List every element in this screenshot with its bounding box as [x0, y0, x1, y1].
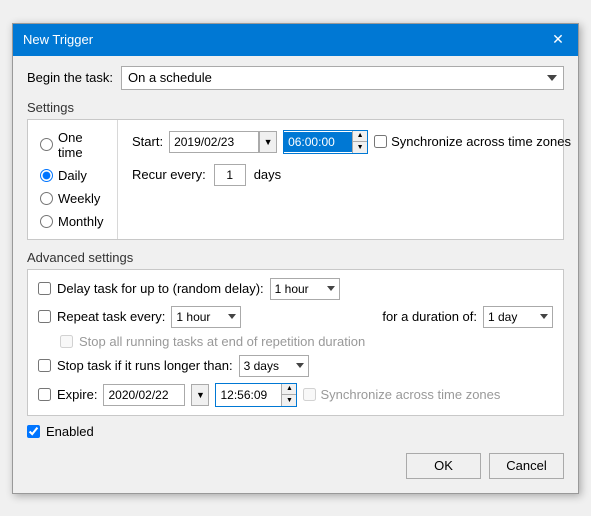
delay-select[interactable]: 1 hour [270, 278, 340, 300]
stop-longer-label: Stop task if it runs longer than: [57, 358, 233, 373]
sync-checkbox-label[interactable]: Synchronize across time zones [374, 134, 571, 149]
enabled-label: Enabled [46, 424, 94, 439]
radio-one-time-input[interactable] [40, 138, 53, 151]
time-up-button[interactable]: ▲ [353, 131, 367, 143]
cancel-button[interactable]: Cancel [489, 453, 564, 479]
dialog-body: Begin the task: On a schedule Settings O… [13, 56, 578, 493]
sync-checkbox[interactable] [374, 135, 387, 148]
radio-weekly-input[interactable] [40, 192, 53, 205]
dialog-window: New Trigger ✕ Begin the task: On a sched… [12, 23, 579, 494]
recur-input[interactable] [214, 164, 246, 186]
radio-monthly[interactable]: Monthly [40, 214, 105, 229]
time-spinner: ▲ ▼ [352, 131, 367, 153]
close-button[interactable]: ✕ [548, 30, 568, 50]
expire-label: Expire: [57, 387, 97, 402]
radio-weekly-label: Weekly [58, 191, 100, 206]
start-date-input[interactable] [169, 131, 259, 153]
delay-checkbox[interactable] [38, 282, 51, 295]
duration-select[interactable]: 1 day [483, 306, 553, 328]
start-label: Start: [132, 134, 163, 149]
enabled-checkbox[interactable] [27, 425, 40, 438]
radio-weekly[interactable]: Weekly [40, 191, 105, 206]
repeat-row: Repeat task every: 1 hour for a duration… [38, 306, 553, 328]
settings-section: One time Daily Weekly Monthly S [27, 119, 564, 240]
advanced-label: Advanced settings [27, 250, 564, 265]
recur-label: Recur every: [132, 167, 206, 182]
enabled-row: Enabled [27, 424, 564, 439]
radio-daily-input[interactable] [40, 169, 53, 182]
radio-monthly-input[interactable] [40, 215, 53, 228]
begin-task-row: Begin the task: On a schedule [27, 66, 564, 90]
expire-time-up-button[interactable]: ▲ [282, 384, 296, 396]
ok-button[interactable]: OK [406, 453, 481, 479]
stop-indent-row: Stop all running tasks at end of repetit… [60, 334, 553, 349]
expire-sync-checkbox [303, 388, 316, 401]
dialog-title: New Trigger [23, 32, 93, 47]
recur-unit: days [254, 167, 281, 182]
radio-one-time-label: One time [58, 130, 105, 160]
expire-time-input[interactable] [216, 385, 281, 405]
stop-tasks-label: Stop all running tasks at end of repetit… [79, 334, 365, 349]
expire-time-wrapper: ▲ ▼ [215, 383, 297, 407]
time-down-button[interactable]: ▼ [353, 142, 367, 153]
expire-checkbox[interactable] [38, 388, 51, 401]
date-picker-button[interactable]: ▼ [259, 131, 277, 153]
expire-sync-label: Synchronize across time zones [303, 387, 500, 402]
stop-longer-checkbox[interactable] [38, 359, 51, 372]
expire-time-spinner: ▲ ▼ [281, 384, 296, 406]
stop-tasks-checkbox [60, 335, 73, 348]
settings-label: Settings [27, 100, 564, 115]
recur-row: Recur every: days [132, 164, 571, 186]
expire-date-picker-button[interactable]: ▼ [191, 384, 209, 406]
radio-daily-label: Daily [58, 168, 87, 183]
radio-monthly-label: Monthly [58, 214, 104, 229]
button-row: OK Cancel [27, 447, 564, 483]
start-row: Start: ▼ ▲ ▼ Synchronize acr [132, 130, 571, 154]
right-panel: Start: ▼ ▲ ▼ Synchronize acr [118, 120, 585, 239]
expire-time-down-button[interactable]: ▼ [282, 395, 296, 406]
sync-label: Synchronize across time zones [391, 134, 571, 149]
title-bar: New Trigger ✕ [13, 24, 578, 56]
expire-sync-text: Synchronize across time zones [320, 387, 500, 402]
date-group: ▼ [169, 131, 277, 153]
radio-one-time[interactable]: One time [40, 130, 105, 160]
repeat-label: Repeat task every: [57, 309, 165, 324]
delay-label: Delay task for up to (random delay): [57, 281, 264, 296]
stop-longer-row: Stop task if it runs longer than: 3 days [38, 355, 553, 377]
begin-task-label: Begin the task: [27, 70, 113, 85]
start-time-input[interactable] [284, 132, 352, 152]
stop-longer-select[interactable]: 3 days [239, 355, 309, 377]
expire-date-input[interactable] [103, 384, 185, 406]
expire-row: Expire: ▼ ▲ ▼ Synchronize across time zo… [38, 383, 553, 407]
for-duration-label: for a duration of: [382, 309, 477, 324]
time-input-wrapper: ▲ ▼ [283, 130, 368, 154]
begin-task-select[interactable]: On a schedule [121, 66, 564, 90]
repeat-checkbox[interactable] [38, 310, 51, 323]
delay-row: Delay task for up to (random delay): 1 h… [38, 278, 553, 300]
radio-column: One time Daily Weekly Monthly [28, 120, 118, 239]
radio-daily[interactable]: Daily [40, 168, 105, 183]
repeat-select[interactable]: 1 hour [171, 306, 241, 328]
advanced-section: Delay task for up to (random delay): 1 h… [27, 269, 564, 416]
